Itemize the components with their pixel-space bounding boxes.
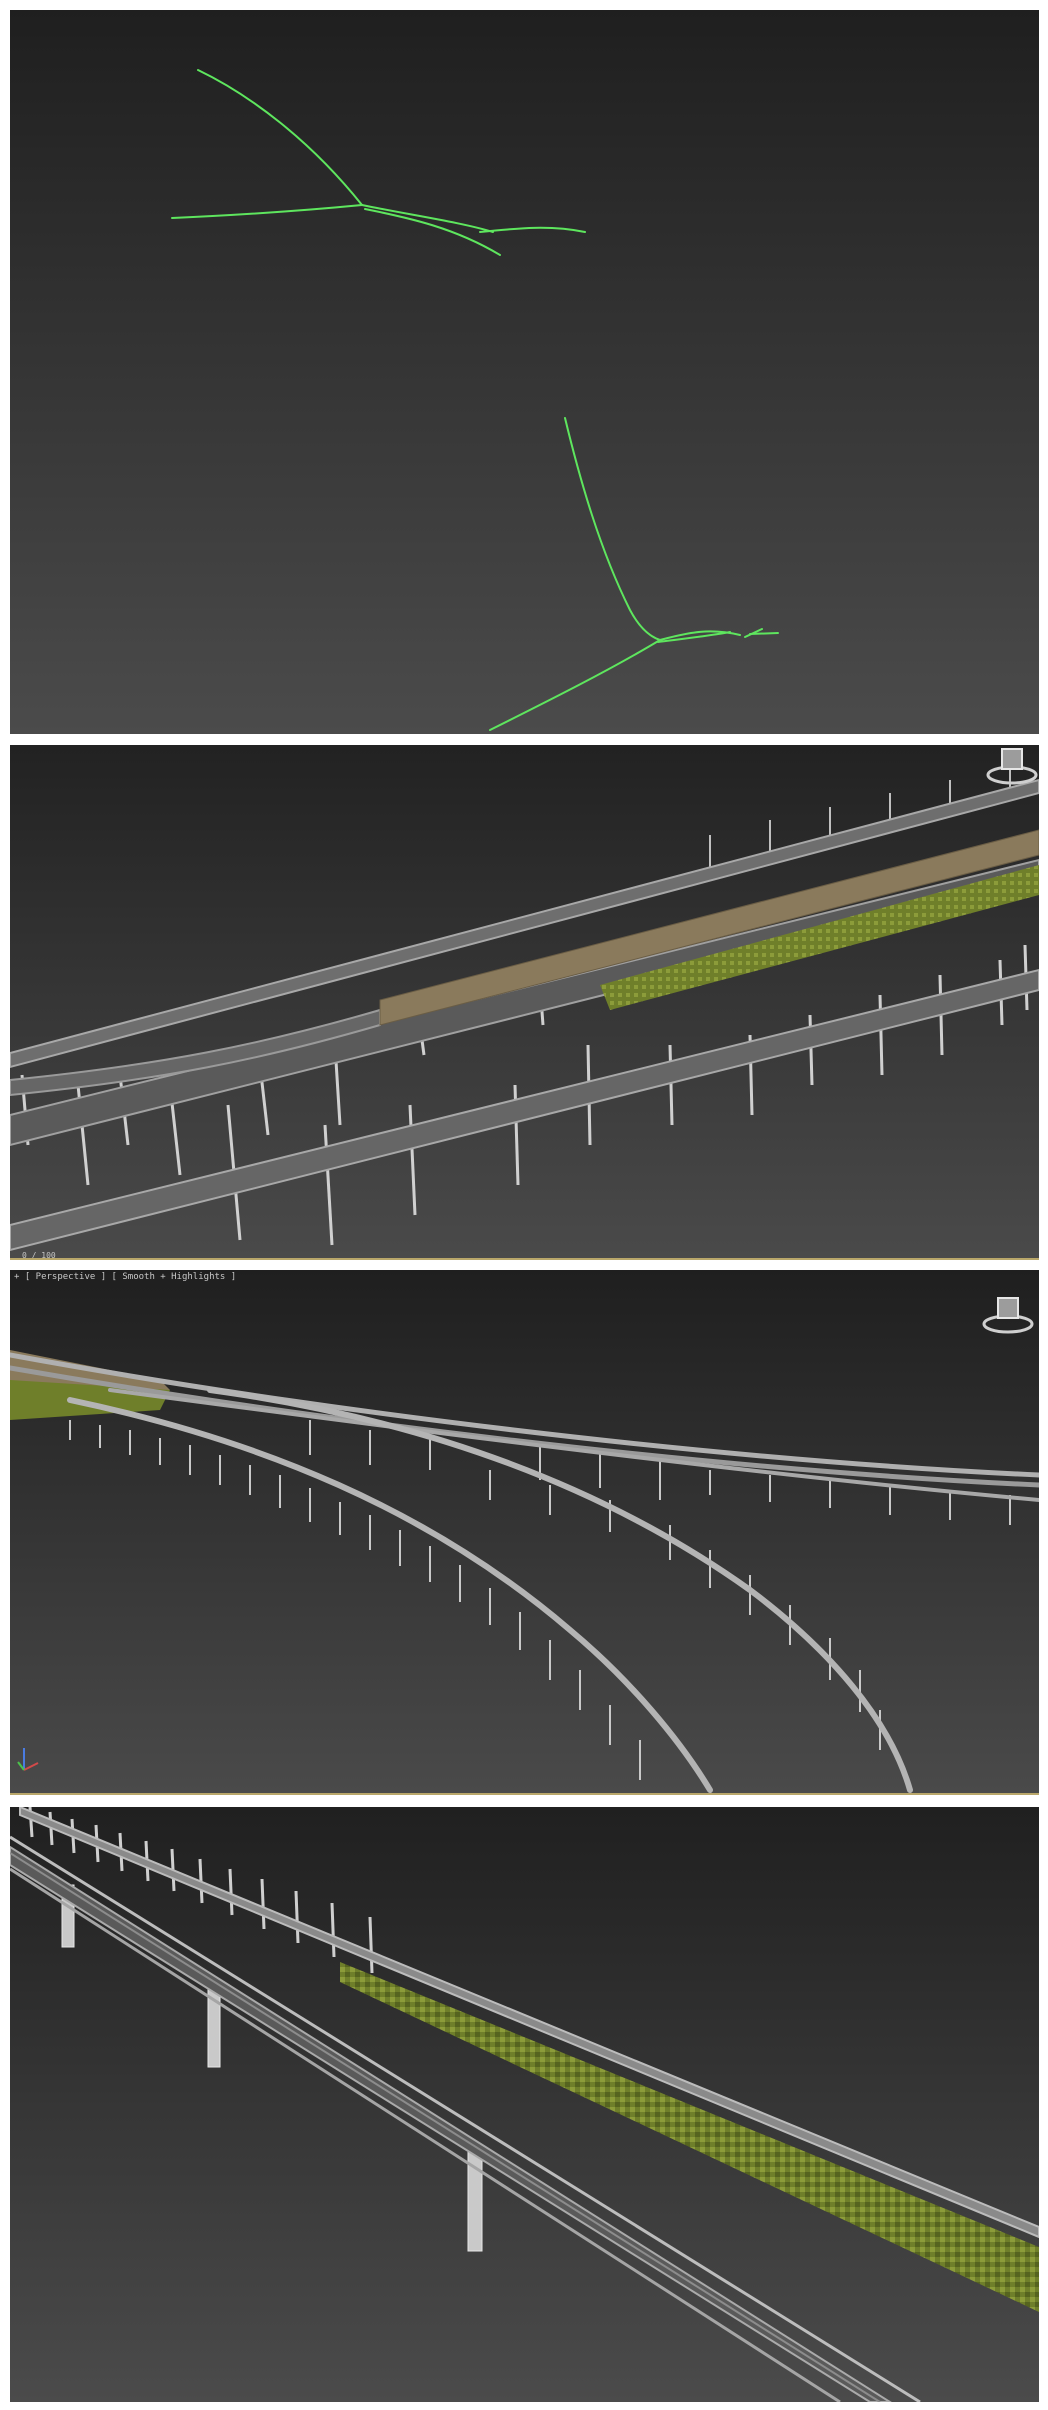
viewport-label[interactable]: + [ Perspective ] [ Smooth + Highlights … xyxy=(14,1272,236,1282)
viewcube-icon[interactable] xyxy=(981,1294,1035,1336)
spline-viewport[interactable] xyxy=(10,10,1039,734)
viewcube-icon[interactable] xyxy=(985,745,1039,787)
timeline-bar[interactable] xyxy=(10,1793,1039,1795)
perspective-viewport[interactable]: + [ Perspective ] [ Smooth + Highlights … xyxy=(10,1270,1039,1795)
deck-detail-viewport[interactable] xyxy=(10,1807,1039,2402)
bridge-closeup-viewport[interactable]: 0 / 100 xyxy=(10,745,1039,1260)
perspective-canvas xyxy=(10,1270,1039,1795)
deck-detail-canvas xyxy=(10,1807,1039,2402)
timeline-bar[interactable] xyxy=(10,1258,1039,1260)
bridge-closeup-canvas xyxy=(10,745,1039,1260)
spline-canvas xyxy=(10,10,1039,734)
